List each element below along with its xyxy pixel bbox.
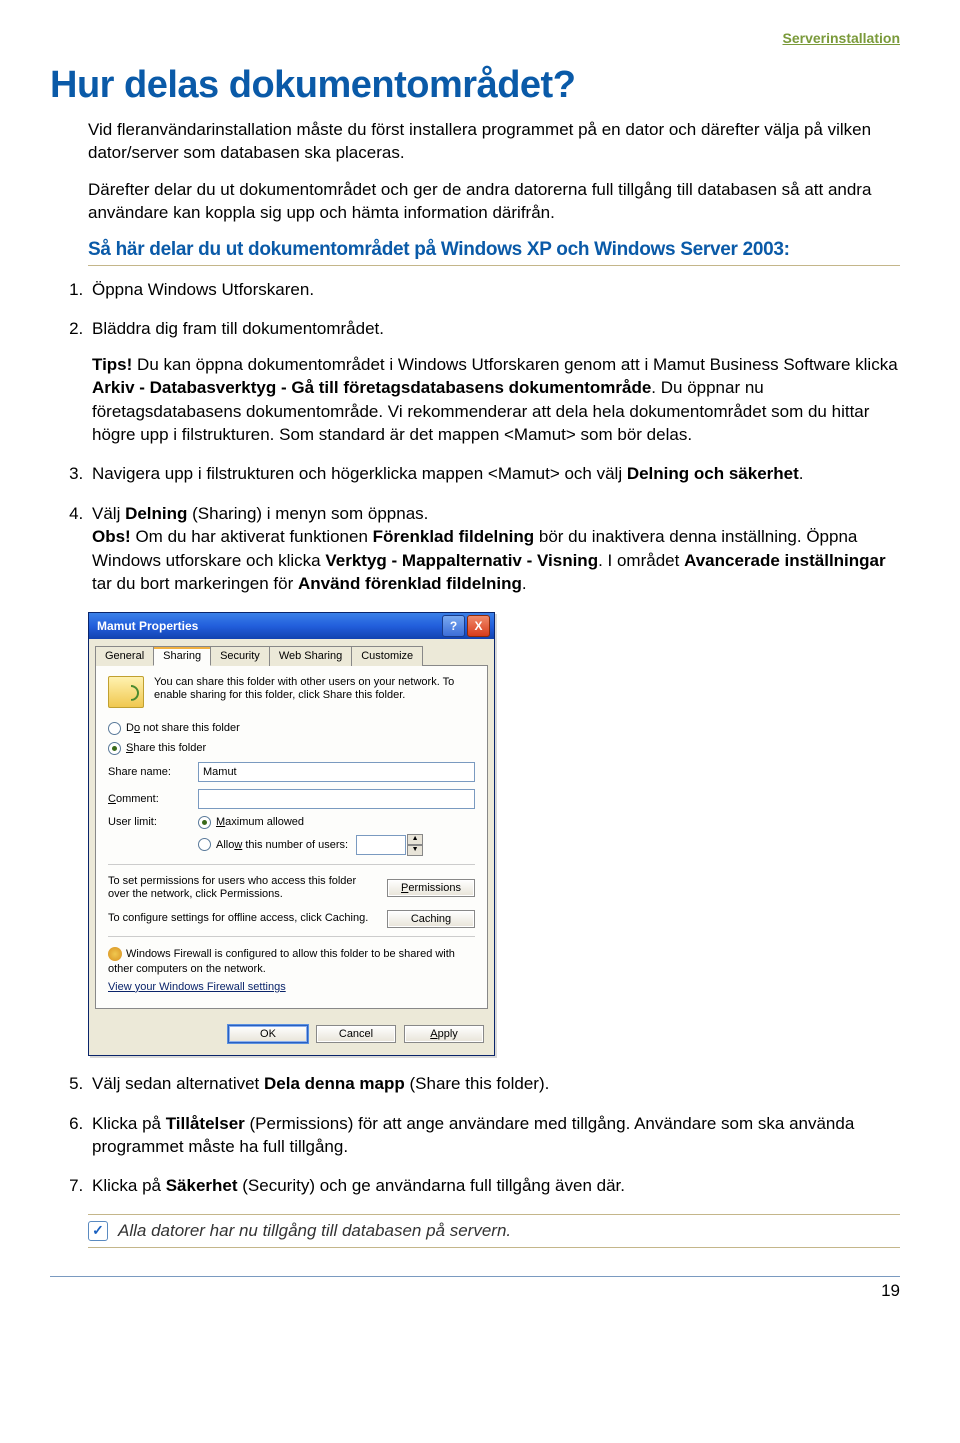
step-6: Klicka på Tillåtelser (Permissions) för …: [88, 1112, 900, 1159]
label-share-name: Share name:: [108, 766, 198, 778]
check-icon: ✓: [88, 1221, 108, 1241]
intro-paragraph-1: Vid fleranvändarinstallation måste du fö…: [88, 119, 900, 165]
folder-share-icon: [108, 676, 144, 708]
dialog-body: You can share this folder with other use…: [95, 665, 488, 1009]
step-2: Bläddra dig fram till dokumentområdet. T…: [88, 317, 900, 446]
step-5: Välj sedan alternativet Dela denna mapp …: [88, 1072, 900, 1095]
page-number: 19: [50, 1276, 900, 1301]
properties-dialog: Mamut Properties ? X General Sharing Sec…: [88, 612, 495, 1056]
close-icon[interactable]: X: [467, 615, 490, 637]
firewall-icon: [108, 947, 122, 961]
radio-share-folder[interactable]: Share this folder: [108, 742, 475, 755]
step-4: Välj Delning (Sharing) i menyn som öppna…: [88, 502, 900, 596]
spin-user-count[interactable]: ▲▼: [356, 834, 423, 856]
step-2-text: Bläddra dig fram till dokumentområdet.: [92, 317, 900, 340]
input-share-name[interactable]: [198, 762, 475, 782]
radio-allow-number[interactable]: Allow this number of users: ▲▼: [198, 834, 475, 856]
permissions-button[interactable]: Permissions: [387, 879, 475, 897]
dialog-tabs: General Sharing Security Web Sharing Cus…: [89, 639, 494, 665]
permissions-text: To set permissions for users who access …: [108, 875, 375, 903]
steps-list: Öppna Windows Utforskaren. Bläddra dig f…: [50, 278, 900, 596]
firewall-settings-link[interactable]: View your Windows Firewall settings: [108, 981, 286, 993]
radio-selected-icon: [108, 742, 121, 755]
step-1: Öppna Windows Utforskaren.: [88, 278, 900, 301]
breadcrumb: Serverinstallation: [50, 30, 900, 46]
intro-paragraph-2: Därefter delar du ut dokumentområdet och…: [88, 179, 900, 225]
label-user-limit: User limit:: [108, 816, 198, 828]
caching-text: To configure settings for offline access…: [108, 912, 375, 926]
section-subheading: Så här delar du ut dokumentområdet på Wi…: [88, 239, 900, 266]
tab-security[interactable]: Security: [210, 646, 270, 666]
steps-list-cont: Välj sedan alternativet Dela denna mapp …: [50, 1072, 900, 1198]
step-7: Klicka på Säkerhet (Security) och ge anv…: [88, 1174, 900, 1197]
final-note-text: Alla datorer har nu tillgång till databa…: [118, 1221, 511, 1241]
tips-label: Tips!: [92, 355, 132, 374]
final-note: ✓ Alla datorer har nu tillgång till data…: [88, 1214, 900, 1248]
caching-button[interactable]: Caching: [387, 910, 475, 928]
tab-sharing[interactable]: Sharing: [153, 646, 211, 666]
dialog-title: Mamut Properties: [97, 619, 198, 633]
dialog-info-text: You can share this folder with other use…: [154, 676, 475, 708]
firewall-note: Windows Firewall is configured to allow …: [108, 947, 475, 994]
dialog-button-row: OK Cancel Apply: [89, 1015, 494, 1055]
dialog-titlebar[interactable]: Mamut Properties ? X: [89, 613, 494, 639]
radio-max-allowed[interactable]: Maximum allowed: [198, 816, 475, 829]
radio-do-not-share[interactable]: Do not share this folder: [108, 722, 475, 735]
help-icon[interactable]: ?: [442, 615, 465, 637]
apply-button[interactable]: Apply: [404, 1025, 484, 1043]
tips-block: Tips! Du kan öppna dokumentområdet i Win…: [92, 353, 900, 447]
input-comment[interactable]: [198, 789, 475, 809]
radio-selected-icon: [198, 816, 211, 829]
tab-customize[interactable]: Customize: [351, 646, 423, 666]
tab-web-sharing[interactable]: Web Sharing: [269, 646, 352, 666]
step-3: Navigera upp i filstrukturen och högerkl…: [88, 462, 900, 485]
radio-icon: [198, 838, 211, 851]
ok-button[interactable]: OK: [228, 1025, 308, 1043]
tab-general[interactable]: General: [95, 646, 154, 666]
page-title: Hur delas dokumentområdet?: [50, 64, 900, 107]
radio-icon: [108, 722, 121, 735]
cancel-button[interactable]: Cancel: [316, 1025, 396, 1043]
label-comment: Comment:: [108, 793, 198, 805]
